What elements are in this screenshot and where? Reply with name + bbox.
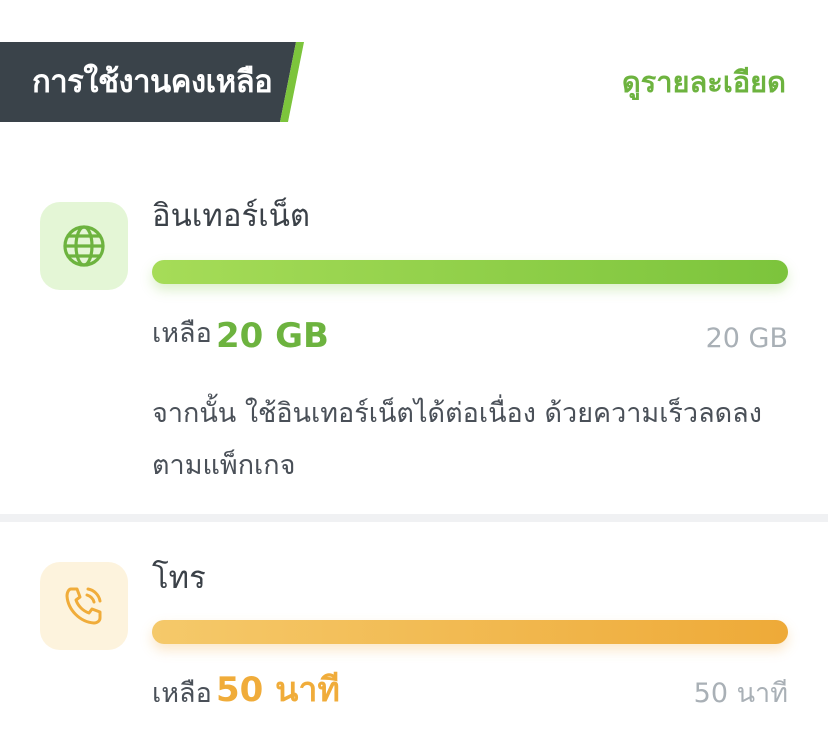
call-remaining-label: เหลือ [152, 678, 212, 709]
internet-after-quota-note: จากนั้น ใช้อินเทอร์เน็ตได้ต่อเนื่อง ด้วย… [152, 398, 762, 481]
title-tab: การใช้งานคงเหลือ [0, 42, 304, 122]
internet-remaining-value: 20 GB [216, 316, 329, 356]
section-divider [0, 514, 828, 522]
section-title: การใช้งานคงเหลือ [32, 64, 273, 100]
internet-progress-bar [152, 260, 788, 284]
call-progress-bar [152, 620, 788, 644]
phone-call-icon [65, 587, 102, 625]
usage-header: การใช้งานคงเหลือ ดูรายละเอียด [0, 42, 828, 122]
usage-remaining-page: การใช้งานคงเหลือ ดูรายละเอียด อินเทอร์เน… [0, 0, 828, 746]
view-details-link[interactable]: ดูรายละเอียด [622, 42, 786, 122]
call-remaining-row: เหลือ 50 นาที 50 นาที [152, 670, 788, 716]
globe-icon [63, 225, 105, 267]
call-title: โทร [152, 560, 206, 596]
internet-progress-fill [152, 260, 788, 284]
call-usage-card[interactable]: โทร เหลือ 50 นาที 50 นาที [0, 522, 828, 746]
internet-title: อินเทอร์เน็ต [152, 198, 311, 234]
internet-usage-card[interactable]: อินเทอร์เน็ต เหลือ 20 GB 20 GB จากนั้น ใ… [0, 122, 828, 514]
internet-icon-box [40, 202, 128, 290]
internet-remaining-label: เหลือ [152, 318, 212, 349]
call-progress-fill [152, 620, 788, 644]
call-icon-box [40, 562, 128, 650]
call-remaining-value: 50 นาที [216, 670, 340, 710]
internet-total-value: 20 GB [705, 323, 788, 354]
internet-remaining-row: เหลือ 20 GB 20 GB [152, 312, 788, 356]
call-total-value: 50 นาที [693, 678, 788, 709]
